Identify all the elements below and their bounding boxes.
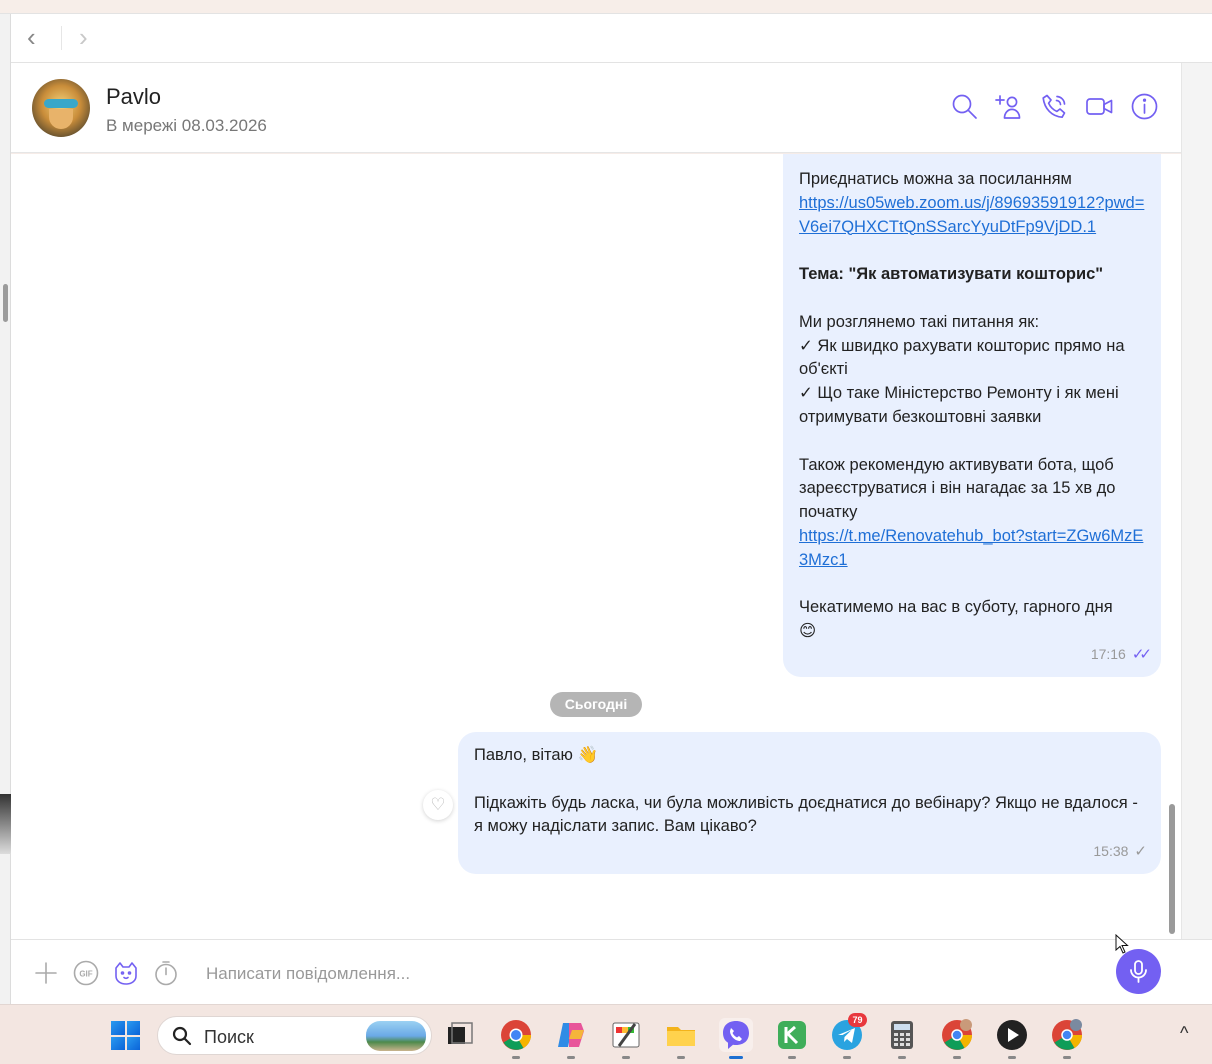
contact-name[interactable]: Pavlo <box>106 84 161 110</box>
chrome-profile-2-icon[interactable] <box>1050 1018 1084 1059</box>
plus-icon[interactable] <box>33 960 59 986</box>
chevron-up-icon[interactable]: ^ <box>1180 1023 1188 1044</box>
message-bubble-outgoing[interactable]: Павло, вітаю 👋 Підкажіть будь ласка, чи … <box>458 732 1161 874</box>
call-icon[interactable] <box>1040 92 1069 121</box>
search-icon <box>172 1026 192 1046</box>
message-text: Підкажіть будь ласка, чи була можливість… <box>474 793 1143 836</box>
sent-check-icon: ✓ <box>1134 843 1147 861</box>
message-greeting: Павло, вітаю 👋 <box>474 744 1146 768</box>
message-text: Також рекомендую активувати бота, щоб за… <box>799 455 1121 522</box>
back-arrow-icon[interactable]: ‹ <box>27 24 36 50</box>
telegram-unread-badge: 79 <box>848 1013 867 1027</box>
message-composer: GIF <box>11 939 1212 1004</box>
avatar-face <box>49 109 73 129</box>
message-list[interactable]: Приєднатись можна за посиланням https://… <box>11 154 1181 939</box>
background-window-fragment <box>0 794 11 854</box>
left-window-edge <box>0 14 11 1004</box>
message-topic: Тема: "Як автоматизувати кошторис" <box>799 265 1104 284</box>
gif-icon[interactable]: GIF <box>73 960 99 986</box>
copilot-icon[interactable] <box>554 1018 588 1059</box>
media-player-icon[interactable] <box>995 1018 1029 1059</box>
green-app-icon[interactable] <box>775 1018 809 1059</box>
app-running-indicator <box>729 1056 743 1059</box>
calculator-icon[interactable] <box>885 1018 919 1059</box>
header-actions <box>950 92 1159 121</box>
message-greeting-text: Павло, вітаю <box>474 746 573 764</box>
message-closing-text: Чекатимемо на вас в суботу, гарного дня <box>799 598 1113 617</box>
mouse-cursor-icon <box>1115 934 1129 954</box>
contact-status: В мережі 08.03.2026 <box>106 116 267 135</box>
chat-scrollbar[interactable] <box>1169 804 1175 934</box>
search-icon[interactable] <box>950 92 979 121</box>
message-time: 17:16 <box>1090 646 1126 663</box>
message-text: Ми розглянемо такі питання як: <box>799 312 1040 331</box>
app-running-indicator <box>1008 1056 1016 1059</box>
window-top-strip <box>0 0 1212 14</box>
nav-divider <box>61 26 62 50</box>
app-running-indicator <box>567 1056 575 1059</box>
message-closing: Чекатимемо на вас в суботу, гарного дня 😊 <box>799 596 1146 644</box>
app-running-indicator <box>1063 1056 1071 1059</box>
task-view-icon[interactable] <box>443 1018 477 1052</box>
taskbar: Поиск 79 ^ <box>0 1004 1212 1064</box>
day-separator: Сьогодні <box>550 692 642 717</box>
add-participant-icon[interactable] <box>995 92 1024 121</box>
message-input[interactable] <box>206 960 1086 988</box>
app-running-indicator <box>898 1056 906 1059</box>
taskbar-search[interactable]: Поиск <box>157 1016 432 1055</box>
telegram-icon[interactable]: 79 <box>830 1013 867 1059</box>
message-bubble-outgoing[interactable]: Приєднатись можна за посиланням https://… <box>783 154 1161 677</box>
chat-header: Pavlo В мережі 08.03.2026 <box>11 63 1181 153</box>
right-side-panel <box>1181 63 1212 939</box>
app-running-indicator <box>953 1056 961 1059</box>
read-receipt-icon: ✓✓ <box>1131 646 1152 664</box>
app-running-indicator <box>677 1056 685 1059</box>
chrome-profile-icon[interactable] <box>940 1018 974 1059</box>
telegram-bot-link[interactable]: https://t.me/Renovatehub_bot?start=ZGw6M… <box>799 527 1143 569</box>
forward-arrow-icon[interactable]: › <box>79 24 88 50</box>
info-icon[interactable] <box>1130 92 1159 121</box>
message-meta: 17:16 ✓✓ <box>1090 643 1152 667</box>
sticker-icon[interactable] <box>113 960 139 986</box>
avatar-glasses <box>44 99 78 108</box>
microphone-icon <box>1130 960 1147 983</box>
avatar[interactable] <box>32 79 90 137</box>
zoom-link[interactable]: https://us05web.zoom.us/j/89693591912?pw… <box>799 194 1144 236</box>
microphone-button[interactable] <box>1116 949 1161 994</box>
app-running-indicator <box>512 1056 520 1059</box>
smile-emoji: 😊 <box>799 622 817 641</box>
navigation-bar: ‹ › <box>11 14 1212 63</box>
message-list-item: ✓ Як швидко рахувати кошторис прямо на о… <box>799 336 1130 379</box>
wave-emoji: 👋 <box>577 746 599 764</box>
app-running-indicator <box>843 1056 851 1059</box>
message-list-item: ✓ Що таке Міністерство Ремонту і як мені… <box>799 384 1124 426</box>
message-text: Приєднатись можна за посиланням <box>799 170 1072 188</box>
app-running-indicator <box>622 1056 630 1059</box>
search-highlight-image <box>366 1021 426 1051</box>
chrome-icon[interactable] <box>499 1018 533 1059</box>
viber-icon[interactable] <box>719 1018 753 1059</box>
file-explorer-icon[interactable] <box>664 1018 698 1059</box>
taskbar-search-label: Поиск <box>204 1027 254 1047</box>
svg-text:GIF: GIF <box>79 970 92 979</box>
video-call-icon[interactable] <box>1085 92 1114 121</box>
timer-icon[interactable] <box>153 960 179 986</box>
left-scrollbar-thumb[interactable] <box>3 284 8 322</box>
paint-icon[interactable] <box>609 1018 643 1059</box>
message-meta: 15:38 ✓ <box>1093 840 1147 864</box>
like-heart-icon[interactable]: ♡ <box>423 790 453 820</box>
message-time: 15:38 <box>1093 843 1129 860</box>
app-running-indicator <box>788 1056 796 1059</box>
windows-start-icon[interactable] <box>111 1021 140 1050</box>
